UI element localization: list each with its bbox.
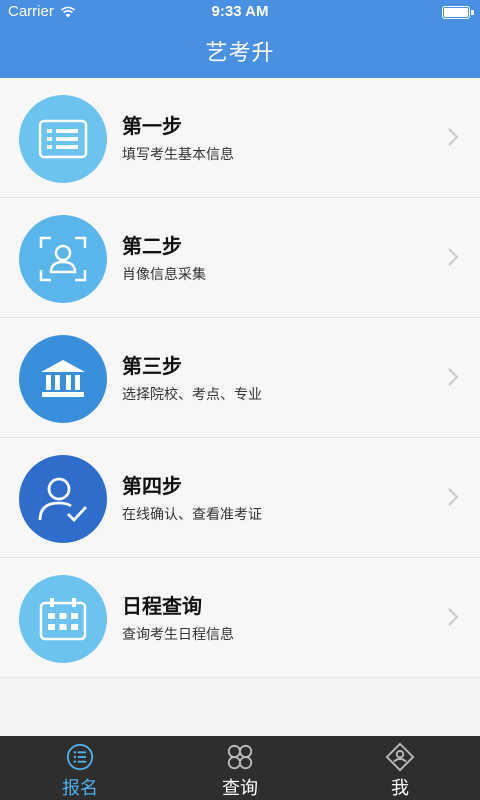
calendar-icon: [39, 598, 87, 641]
tab-label: 查询: [222, 778, 258, 799]
tab-query[interactable]: 查询: [160, 736, 320, 800]
step-subtitle: 填写考生基本信息: [122, 147, 234, 163]
step-item-2[interactable]: 第二步 肖像信息采集: [0, 198, 480, 318]
portrait-capture-icon: [39, 236, 87, 282]
chevron-right-icon: [448, 248, 459, 266]
step-item-3[interactable]: 第三步 选择院校、考点、专业: [0, 318, 480, 438]
tab-me[interactable]: 我: [320, 736, 480, 800]
tab-bar: 报名 查询 我: [0, 736, 480, 800]
chevron-right-icon: [448, 608, 459, 626]
step-title: 日程查询: [122, 594, 202, 618]
tab-label: 报名: [62, 778, 98, 799]
step-item-5[interactable]: 日程查询 查询考生日程信息: [0, 558, 480, 678]
step-subtitle: 选择院校、考点、专业: [122, 387, 262, 403]
battery-icon: [442, 6, 474, 19]
list-icon: [66, 743, 94, 771]
tab-register[interactable]: 报名: [0, 736, 160, 800]
step-item-4[interactable]: 第四步 在线确认、查看准考证: [0, 438, 480, 558]
step-title: 第四步: [122, 474, 182, 498]
profile-icon: [385, 742, 415, 772]
step-icon-circle: [19, 455, 107, 543]
step-title: 第二步: [122, 234, 182, 258]
chevron-right-icon: [448, 368, 459, 386]
step-icon-circle: [19, 335, 107, 423]
step-title: 第一步: [122, 114, 182, 138]
step-icon-circle: [19, 215, 107, 303]
step-icon-circle: [19, 575, 107, 663]
status-bar: Carrier 9:33 AM: [0, 0, 480, 24]
clock: 9:33 AM: [211, 3, 269, 20]
page-title: 艺考升: [205, 41, 275, 66]
user-check-icon: [38, 477, 88, 522]
step-subtitle: 在线确认、查看准考证: [122, 507, 262, 523]
empty-area: [0, 680, 480, 736]
grid-icon: [227, 744, 253, 770]
chevron-right-icon: [448, 488, 459, 506]
nav-bar: 艺考升: [0, 24, 480, 78]
institution-icon: [41, 360, 85, 397]
form-list-icon: [38, 119, 88, 159]
chevron-right-icon: [448, 128, 459, 146]
step-icon-circle: [19, 95, 107, 183]
tab-label: 我: [391, 778, 409, 799]
step-title: 第三步: [122, 354, 182, 378]
step-subtitle: 肖像信息采集: [122, 267, 206, 283]
step-subtitle: 查询考生日程信息: [122, 627, 234, 643]
step-item-1[interactable]: 第一步 填写考生基本信息: [0, 78, 480, 198]
step-list: 第一步 填写考生基本信息 第二步 肖像信息采集 第三步 选择院校、考点、专业 第…: [0, 78, 480, 678]
